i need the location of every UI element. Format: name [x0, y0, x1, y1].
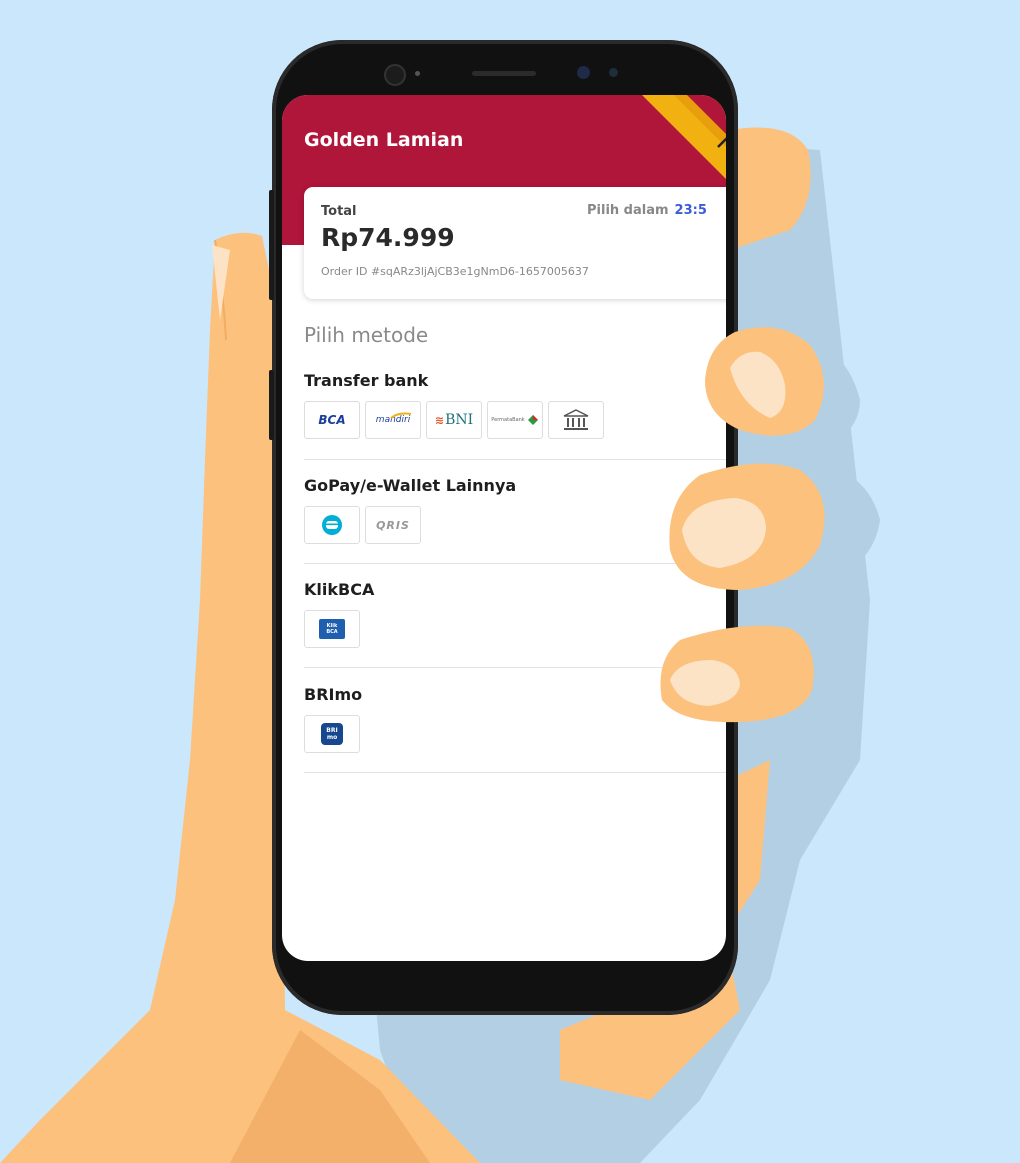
finger-top: [705, 327, 824, 436]
illustration-scene: Golden Lamian Total Pilih dalam 23:5 Rp74…: [0, 0, 1020, 1163]
fingers-illustration: [660, 327, 825, 723]
finger-bottom: [660, 625, 814, 723]
finger-middle: [669, 463, 825, 590]
